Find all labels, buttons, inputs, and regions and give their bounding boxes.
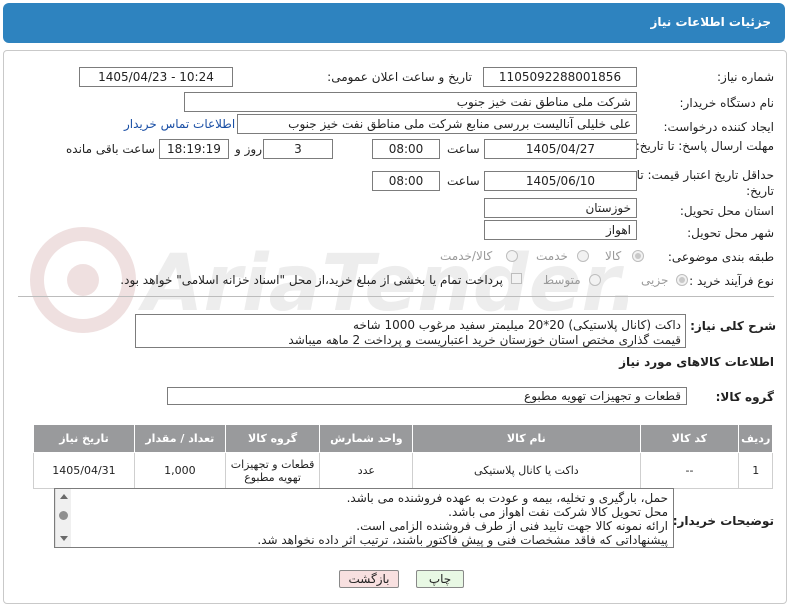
- announce-datetime-label: تاریخ و ساعت اعلان عمومی:: [327, 70, 472, 84]
- days-label: روز و: [235, 142, 262, 156]
- category-radio-goods-service[interactable]: [506, 250, 518, 262]
- category-label: طبقه بندی موضوعی:: [667, 250, 774, 264]
- category-radio-goods[interactable]: [632, 250, 644, 262]
- page-title: جزئیات اطلاعات نیاز: [650, 15, 771, 29]
- col-date: تاریخ نیاز: [33, 424, 135, 453]
- scroll-thumb[interactable]: [59, 511, 68, 520]
- description-box[interactable]: داکت (کانال پلاستیکی) 20*20 میلیمتر سفید…: [135, 314, 686, 348]
- price-validity-date-field[interactable]: 1405/06/10: [484, 171, 637, 191]
- process-type-label: نوع فرآیند خرید :: [689, 274, 774, 288]
- buyer-notes-label: توضیحات خریدار:: [672, 514, 774, 528]
- delivery-province-field[interactable]: خوزستان: [484, 198, 637, 218]
- col-unit: واحد شمارش: [319, 424, 414, 453]
- cell-group: قطعات و تجهیزات تهویه مطبوع: [224, 452, 321, 489]
- process-radio-minor[interactable]: [676, 274, 688, 286]
- cell-row: 1: [738, 452, 773, 489]
- col-qty: تعداد / مقدار: [133, 424, 226, 453]
- response-date-field[interactable]: 1405/04/27: [484, 139, 637, 159]
- note-line-2: محل تحویل کالا شرکت نفت اهواز می باشد.: [448, 505, 668, 519]
- description-line-2: قیمت گذاری مختص استان خوزستان خرید اعتبا…: [288, 333, 681, 347]
- price-validity-label: حداقل تاریخ اعتبار قیمت: تا تاریخ:: [636, 168, 774, 198]
- response-time-label: ساعت: [447, 142, 480, 156]
- delivery-city-field[interactable]: اهواز: [484, 220, 637, 240]
- price-validity-time-field[interactable]: 08:00: [372, 171, 440, 191]
- cell-qty: 1,000: [133, 452, 226, 489]
- cell-date: 1405/04/31: [33, 452, 135, 489]
- delivery-province-label: استان محل تحویل:: [679, 204, 774, 218]
- remaining-days-field[interactable]: 3: [263, 139, 333, 159]
- cell-code: --: [639, 452, 740, 489]
- category-option-goods-service: کالا/خدمت: [440, 249, 493, 263]
- cell-name: داکت یا کانال پلاستیکی: [412, 452, 641, 489]
- requester-label: ایجاد کننده درخواست:: [663, 120, 774, 134]
- process-radio-medium[interactable]: [589, 274, 601, 286]
- category-option-goods: کالا: [605, 249, 622, 263]
- scroll-up-icon[interactable]: [60, 494, 68, 499]
- table-row[interactable]: 1 -- داکت یا کانال پلاستیکی عدد قطعات و …: [33, 452, 773, 489]
- need-number-field[interactable]: 1105092288001856: [483, 67, 637, 87]
- price-validity-time-label: ساعت: [447, 174, 480, 188]
- col-code: کد کالا: [639, 424, 740, 453]
- col-row: ردیف: [738, 424, 773, 453]
- buyer-org-label: نام دستگاه خریدار:: [679, 96, 775, 110]
- remaining-time-field[interactable]: 18:19:19: [159, 139, 229, 159]
- cell-unit: عدد: [319, 452, 414, 489]
- payment-checkbox[interactable]: [511, 273, 522, 284]
- buyer-notes-box[interactable]: حمل، بارگیری و تخلیه، بیمه و عودت به عهد…: [54, 488, 674, 548]
- remaining-time-label: ساعت باقی مانده: [66, 142, 156, 156]
- process-option-minor: جزیی: [641, 273, 669, 287]
- print-button[interactable]: چاپ: [416, 570, 464, 588]
- category-option-service: خدمت: [536, 249, 568, 263]
- response-deadline-label: مهلت ارسال پاسخ: تا تاریخ:: [635, 139, 774, 153]
- note-line-1: حمل، بارگیری و تخلیه، بیمه و عودت به عهد…: [346, 491, 668, 505]
- back-button[interactable]: بازگشت: [339, 570, 399, 588]
- note-line-4: پیشنهاداتی که فاقد مشخصات فنی و پیش فاکت…: [257, 533, 668, 547]
- description-line-1: داکت (کانال پلاستیکی) 20*20 میلیمتر سفید…: [353, 318, 681, 332]
- delivery-city-label: شهر محل تحویل:: [687, 226, 774, 240]
- buyer-contact-link[interactable]: اطلاعات تماس خریدار: [124, 117, 235, 131]
- goods-group-label: گروه کالا:: [715, 390, 774, 404]
- announce-datetime-field[interactable]: 1405/04/23 - 10:24: [79, 67, 233, 87]
- category-radio-service[interactable]: [577, 250, 589, 262]
- col-name: نام کالا: [412, 424, 641, 453]
- goods-section-title: اطلاعات کالاهای مورد نیاز: [619, 355, 774, 369]
- col-group: گروه کالا: [224, 424, 321, 453]
- scroll-down-icon[interactable]: [60, 536, 68, 541]
- note-line-3: ارائه نمونه کالا جهت تایید فنی از طرف فر…: [356, 519, 668, 533]
- need-number-label: شماره نیاز:: [717, 70, 774, 84]
- title-bar: جزئیات اطلاعات نیاز: [3, 3, 785, 43]
- items-table: ردیف کد کالا نام کالا واحد شمارش گروه کا…: [33, 424, 773, 489]
- notes-scrollbar[interactable]: [55, 489, 71, 547]
- response-time-field[interactable]: 08:00: [372, 139, 440, 159]
- payment-note: پرداخت تمام یا بخشی از مبلغ خرید،از محل …: [120, 273, 503, 287]
- requester-field[interactable]: علی خلیلی آنالیست بررسی منابع شرکت ملی م…: [237, 114, 637, 134]
- divider: [18, 296, 774, 297]
- description-label: شرح کلی نیاز:: [690, 319, 776, 333]
- process-option-medium: متوسط: [543, 273, 581, 287]
- buyer-org-field[interactable]: شرکت ملی مناطق نفت خیز جنوب: [184, 92, 637, 112]
- table-header-row: ردیف کد کالا نام کالا واحد شمارش گروه کا…: [33, 424, 773, 453]
- goods-group-field[interactable]: قطعات و تجهیزات تهویه مطبوع: [167, 387, 687, 405]
